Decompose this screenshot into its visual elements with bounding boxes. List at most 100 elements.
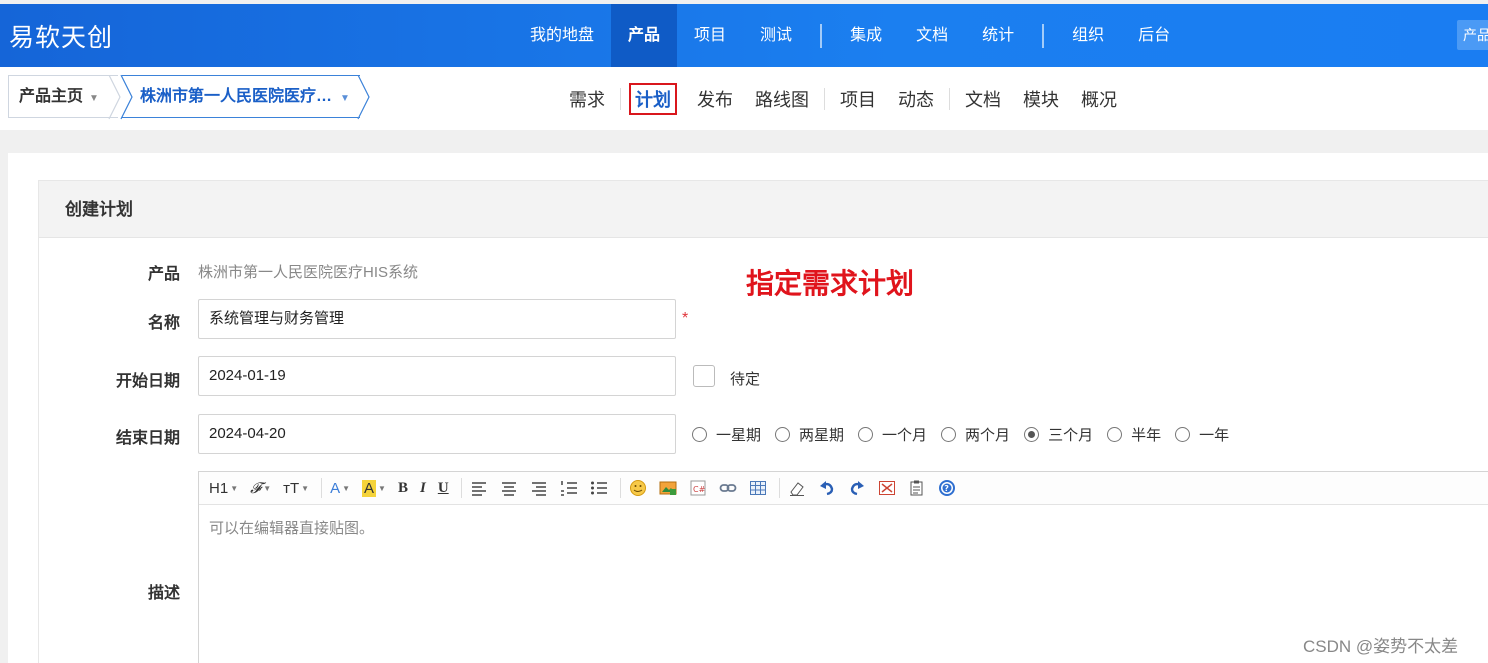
fullscreen-icon[interactable] xyxy=(878,479,896,497)
heading-button[interactable]: H1 ▼ xyxy=(209,477,238,499)
radio-half-year[interactable]: 半年 xyxy=(1107,424,1161,445)
topnav-my-space[interactable]: 我的地盘 xyxy=(513,4,611,67)
unordered-list-icon[interactable] xyxy=(590,479,608,497)
background-color-button[interactable]: A ▼ xyxy=(362,477,386,499)
help-icon[interactable]: ? xyxy=(938,479,956,497)
radio-three-months[interactable]: 三个月 xyxy=(1024,424,1093,445)
pending-label: 待定 xyxy=(730,371,761,388)
end-date-input[interactable]: 2024-04-20 xyxy=(198,414,676,454)
subnav-divider xyxy=(949,87,950,110)
emoji-icon[interactable] xyxy=(629,479,647,497)
end-date-label: 结束日期 xyxy=(115,430,180,447)
font-color-glyph: A xyxy=(330,479,341,497)
subnav-plan[interactable]: 计划 xyxy=(629,82,677,115)
description-label: 描述 xyxy=(147,585,180,602)
toolbar-divider xyxy=(778,478,780,498)
toolbar-divider xyxy=(619,478,621,498)
topnav-product[interactable]: 产品 xyxy=(611,4,678,67)
align-left-icon[interactable] xyxy=(470,479,488,497)
radio-label: 三个月 xyxy=(1048,427,1094,444)
paste-icon[interactable] xyxy=(908,479,926,497)
table-icon[interactable] xyxy=(749,479,767,497)
radio-icon xyxy=(1107,427,1123,442)
topnav-test[interactable]: 测试 xyxy=(743,4,809,67)
annotation-text: 指定需求计划 xyxy=(746,268,915,299)
undo-icon[interactable] xyxy=(818,479,836,497)
caret-down-icon: ▼ xyxy=(340,93,350,104)
toolbar-divider xyxy=(460,478,462,498)
subnav-roadmap[interactable]: 路线图 xyxy=(744,86,820,112)
align-center-icon[interactable] xyxy=(500,479,518,497)
start-date-input[interactable]: 2024-01-19 xyxy=(198,356,676,396)
subnav-release[interactable]: 发布 xyxy=(686,86,744,112)
topnav-integration[interactable]: 集成 xyxy=(833,4,899,67)
nav-divider xyxy=(1042,23,1045,48)
subnav-project[interactable]: 项目 xyxy=(829,86,887,112)
sub-header: 产品主页 ▼ 株洲市第一人民医院医疗… ▼ 需求 计划 发布 路线图 项目 动态 文… xyxy=(0,67,1488,130)
dropdown-icon: ▼ xyxy=(230,483,239,493)
editor-content-area[interactable]: 可以在编辑器直接贴图。 xyxy=(199,505,1488,550)
product-label: 产品 xyxy=(147,266,180,283)
bold-button[interactable]: B xyxy=(398,477,408,499)
panel-title: 创建计划 xyxy=(39,181,1488,238)
radio-one-year[interactable]: 一年 xyxy=(1175,424,1229,445)
nav-divider xyxy=(820,23,823,48)
radio-one-month[interactable]: 一个月 xyxy=(858,424,927,445)
breadcrumb-product-label: 株洲市第一人民医院医疗… xyxy=(140,88,333,105)
radio-one-week[interactable]: 一星期 xyxy=(692,424,761,445)
italic-button[interactable]: I xyxy=(420,477,426,499)
required-mark: * xyxy=(682,310,689,327)
topnav-org[interactable]: 组织 xyxy=(1055,4,1121,67)
link-icon[interactable] xyxy=(719,479,737,497)
product-quick-button[interactable]: 产品 xyxy=(1457,20,1488,50)
radio-label: 一个月 xyxy=(882,427,928,444)
subnav-dynamics[interactable]: 动态 xyxy=(887,86,945,112)
font-family-glyph: 𝓕 xyxy=(250,479,262,497)
background-color-glyph: A xyxy=(362,479,377,497)
radio-label: 两个月 xyxy=(965,427,1011,444)
radio-checked-icon xyxy=(1024,427,1040,442)
product-value: 株洲市第一人民医院医疗HIS系统 xyxy=(198,264,419,281)
align-right-icon[interactable] xyxy=(530,479,548,497)
redo-icon[interactable] xyxy=(848,479,866,497)
eraser-icon[interactable] xyxy=(788,479,806,497)
radio-two-weeks[interactable]: 两星期 xyxy=(775,424,844,445)
code-icon[interactable]: C# xyxy=(689,479,707,497)
toolbar-divider xyxy=(321,478,323,498)
subnav-overview[interactable]: 概况 xyxy=(1070,86,1128,112)
caret-down-icon: ▼ xyxy=(89,93,99,104)
radio-icon xyxy=(775,427,791,442)
subnav-divider xyxy=(620,87,621,110)
product-sub-nav: 需求 计划 发布 路线图 项目 动态 文档 模块 概况 xyxy=(558,67,1128,130)
description-editor: H1 ▼ 𝓕 ▼ тT ▼ A ▼ A ▼ B I U C# ? 可以在编辑器直接贴图。 xyxy=(198,471,1488,663)
ordered-list-icon[interactable] xyxy=(560,479,578,497)
radio-label: 两星期 xyxy=(799,427,845,444)
underline-button[interactable]: U xyxy=(438,477,449,499)
dropdown-icon: ▼ xyxy=(263,483,272,493)
topnav-stats[interactable]: 统计 xyxy=(965,4,1031,67)
font-size-glyph: тT xyxy=(283,479,300,497)
breadcrumb-home[interactable]: 产品主页 ▼ xyxy=(8,75,118,118)
subnav-docs[interactable]: 文档 xyxy=(954,86,1012,112)
topnav-admin[interactable]: 后台 xyxy=(1121,4,1187,67)
app-logo: 易软天创 xyxy=(9,24,114,52)
topnav-docs[interactable]: 文档 xyxy=(899,4,965,67)
top-header: 易软天创 我的地盘 产品 项目 测试 集成 文档 统计 组织 后台 产品 xyxy=(0,4,1488,67)
radio-two-months[interactable]: 两个月 xyxy=(941,424,1010,445)
dropdown-icon: ▼ xyxy=(378,483,386,493)
subnav-divider xyxy=(824,87,825,110)
subnav-modules[interactable]: 模块 xyxy=(1012,86,1070,112)
font-family-button[interactable]: 𝓕 ▼ xyxy=(250,477,271,499)
radio-icon xyxy=(692,427,707,442)
editor-toolbar: H1 ▼ 𝓕 ▼ тT ▼ A ▼ A ▼ B I U C# ? xyxy=(199,472,1488,505)
radio-label: 半年 xyxy=(1131,427,1162,444)
topnav-project[interactable]: 项目 xyxy=(677,4,743,67)
font-size-button[interactable]: тT ▼ xyxy=(283,477,309,499)
font-color-button[interactable]: A ▼ xyxy=(330,477,350,499)
pending-checkbox[interactable] xyxy=(693,365,715,387)
subnav-requirements[interactable]: 需求 xyxy=(558,86,616,112)
image-icon[interactable] xyxy=(659,479,677,497)
breadcrumb-product[interactable]: 株洲市第一人民医院医疗… ▼ xyxy=(122,75,360,118)
name-input[interactable]: 系统管理与财务管理 xyxy=(198,299,676,339)
editor-placeholder: 可以在编辑器直接贴图。 xyxy=(209,520,375,537)
